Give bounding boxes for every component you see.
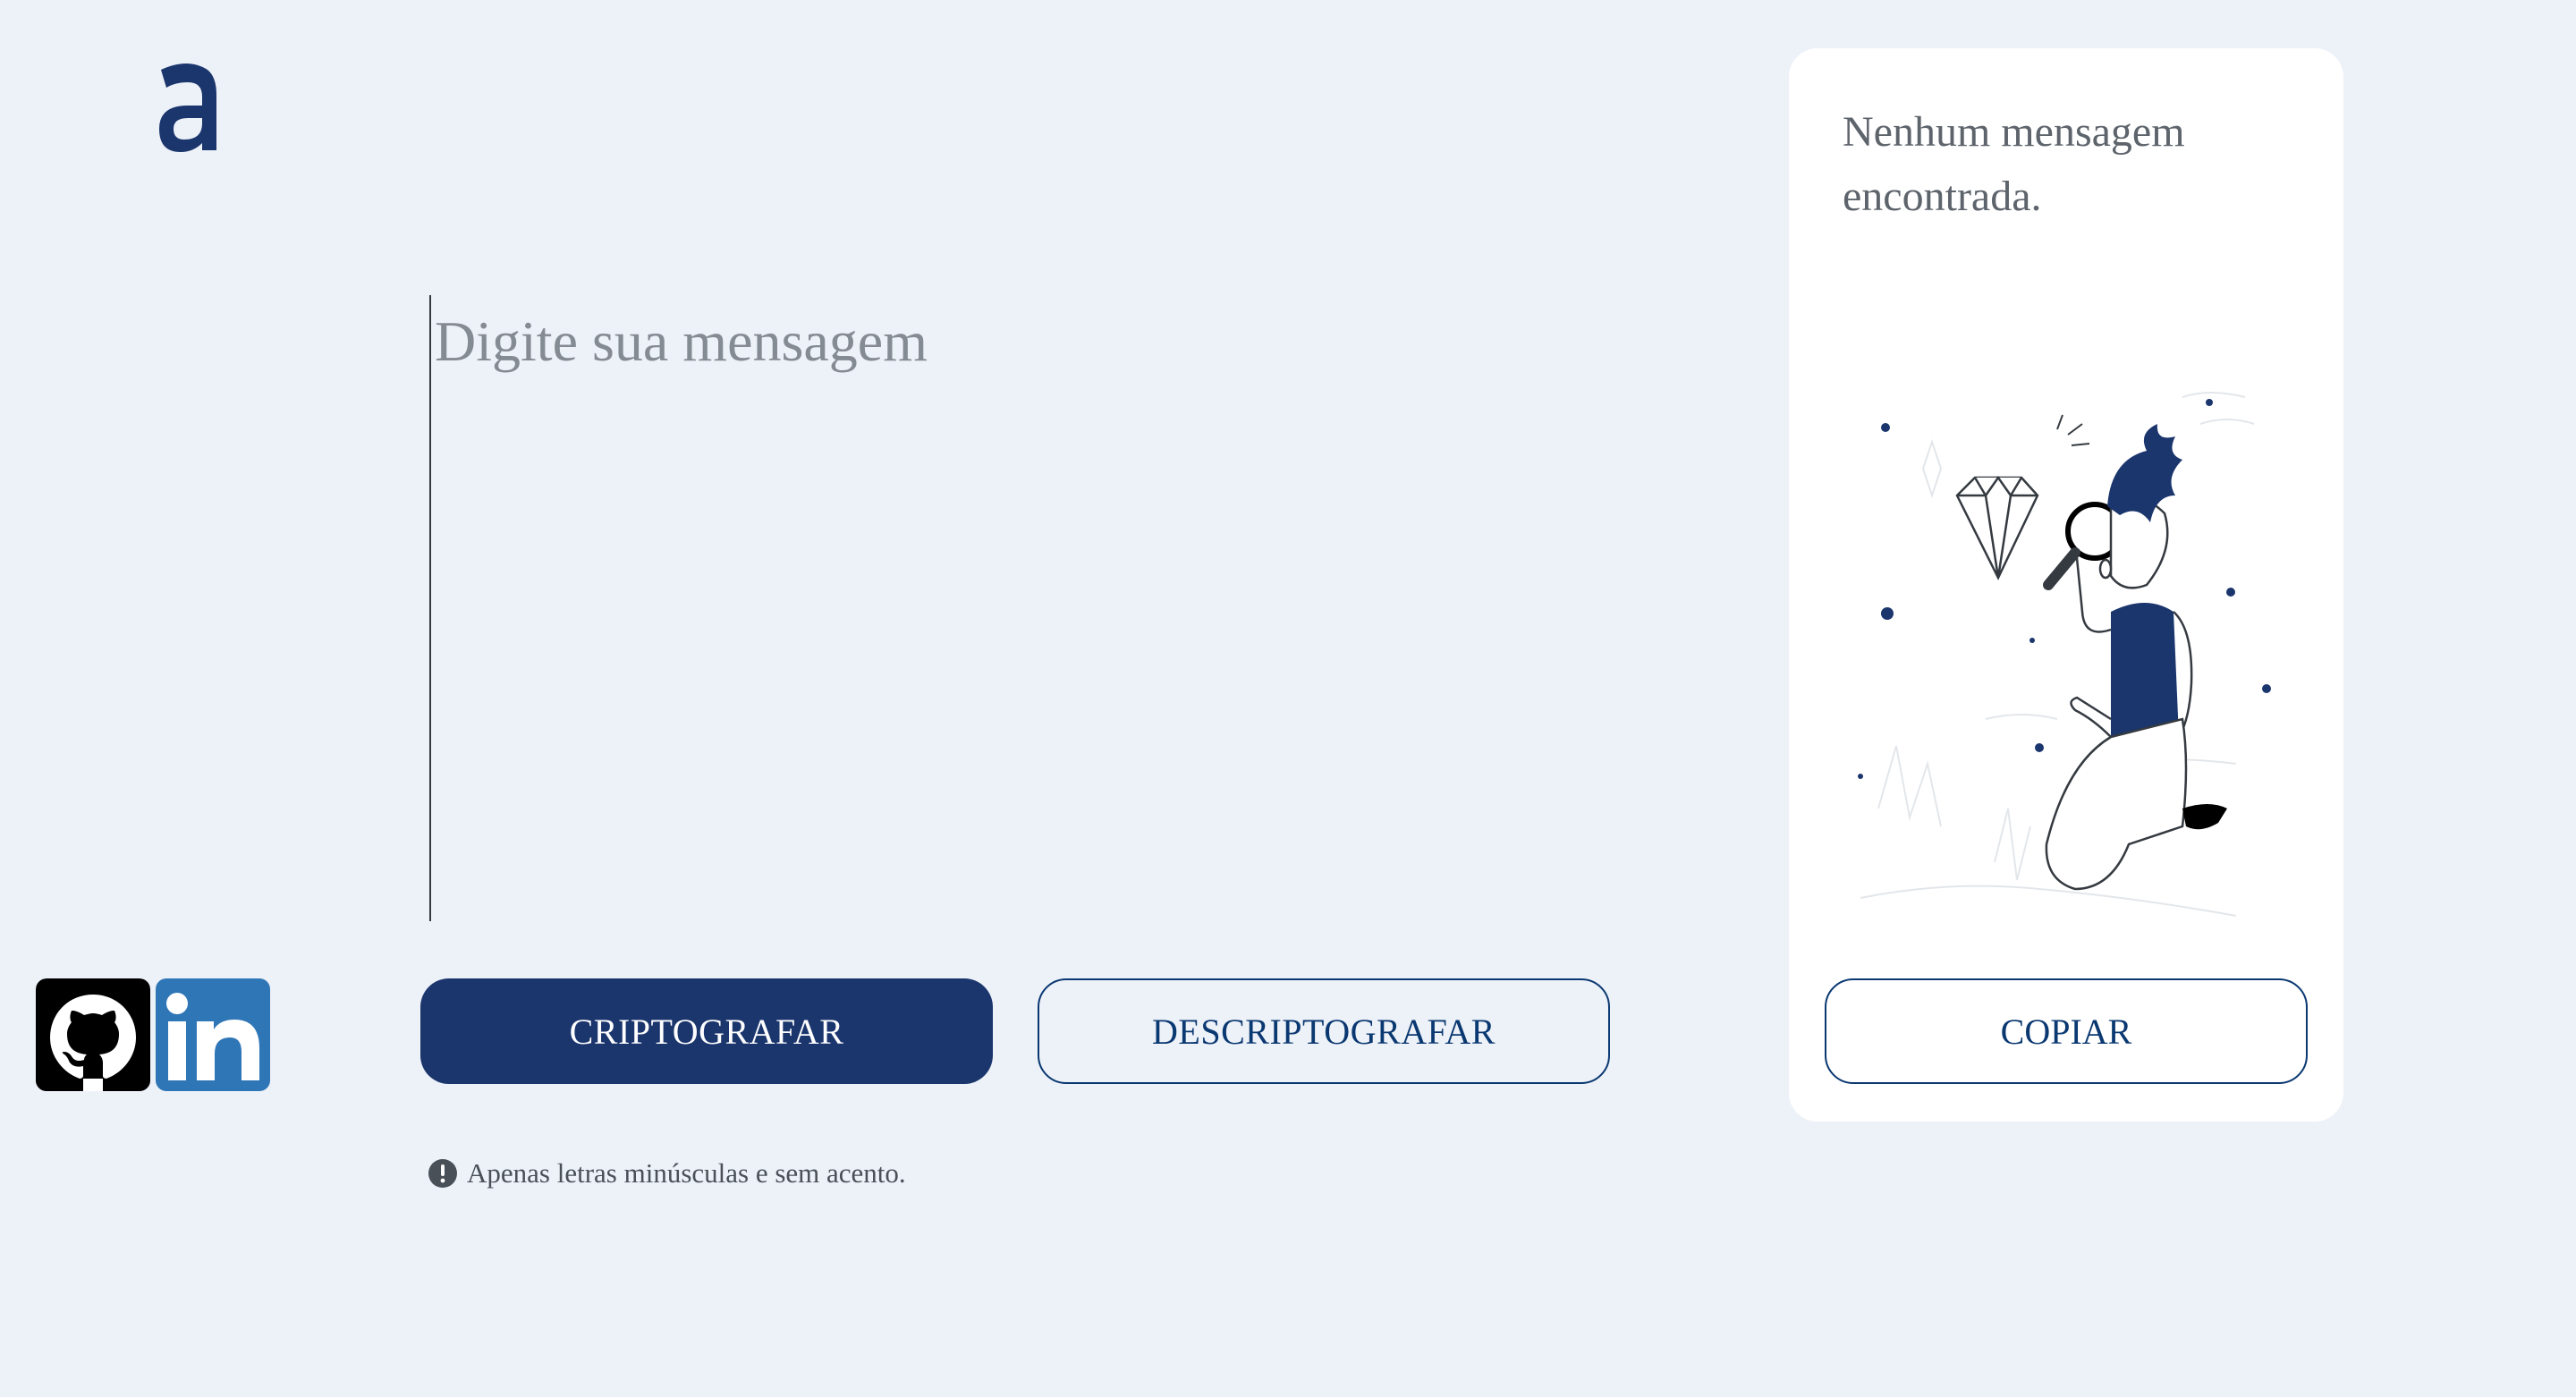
empty-message: Nenhum mensagem encontrada.: [1843, 108, 2185, 220]
output-panel: Nenhum mensagem encontrada. COPIAR: [1789, 48, 2343, 1122]
social-links: [36, 978, 270, 1091]
encrypt-button[interactable]: CRIPTOGRAFAR: [420, 978, 993, 1084]
linkedin-icon: [156, 978, 270, 1091]
alura-logo: [159, 64, 216, 152]
input-hint: Apenas letras minúsculas e sem acento.: [428, 1157, 906, 1190]
searching-person-illustration: [1858, 392, 2271, 917]
message-input[interactable]: [429, 295, 1610, 921]
linkedin-link[interactable]: [156, 978, 270, 1091]
copy-button[interactable]: COPIAR: [1825, 978, 2308, 1084]
github-icon: [36, 978, 150, 1091]
page: CRIPTOGRAFAR DESCRIPTOGRAFAR Apenas letr…: [0, 0, 2576, 1397]
decrypt-button[interactable]: DESCRIPTOGRAFAR: [1038, 978, 1610, 1084]
exclamation-circle-icon: [428, 1159, 457, 1188]
hint-text: Apenas letras minúsculas e sem acento.: [467, 1157, 906, 1189]
github-link[interactable]: [36, 978, 150, 1091]
